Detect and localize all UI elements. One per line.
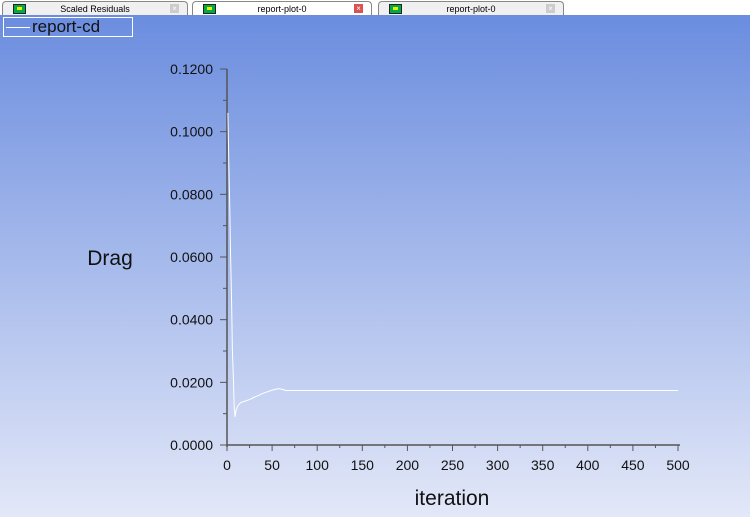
y-tick-label: 0.0600 xyxy=(170,249,213,265)
x-tick-label: 400 xyxy=(576,457,600,473)
tab-report-plot-0[interactable]: report-plot-0 × xyxy=(378,1,564,15)
x-tick-label: 300 xyxy=(486,457,510,473)
x-tick-label: 50 xyxy=(264,457,280,473)
y-tick-label: 0.0400 xyxy=(170,312,213,328)
tab-label: Scaled Residuals xyxy=(60,4,130,14)
y-tick-label: 0.1200 xyxy=(170,61,213,77)
x-tick-label: 200 xyxy=(396,457,420,473)
x-tick-label: 100 xyxy=(306,457,330,473)
close-icon[interactable]: × xyxy=(354,4,363,13)
close-icon[interactable]: × xyxy=(546,4,555,13)
x-axis-label: iteration xyxy=(415,487,490,510)
y-tick-label: 0.0000 xyxy=(170,437,213,453)
close-icon[interactable]: × xyxy=(170,4,179,13)
legend: report-cd xyxy=(3,17,133,37)
x-tick-label: 500 xyxy=(666,457,690,473)
x-tick-label: 450 xyxy=(621,457,645,473)
y-tick-label: 0.0200 xyxy=(170,374,213,390)
plot-icon xyxy=(13,4,26,14)
series-line-report-cd xyxy=(227,112,678,417)
x-tick-label: 0 xyxy=(223,457,231,473)
tab-label: report-plot-0 xyxy=(257,4,307,14)
tab-report-plot-0-active[interactable]: report-plot-0 × xyxy=(192,1,372,15)
plot-icon xyxy=(203,4,216,14)
y-tick-label: 0.1000 xyxy=(170,124,213,140)
plot-icon xyxy=(389,4,402,14)
tab-scaled-residuals[interactable]: Scaled Residuals × xyxy=(2,1,188,15)
tab-label: report-plot-0 xyxy=(446,4,496,14)
y-tick-label: 0.0800 xyxy=(170,186,213,202)
legend-label: report-cd xyxy=(32,17,101,36)
legend-line xyxy=(6,27,30,28)
x-tick-label: 150 xyxy=(351,457,375,473)
y-axis-label: Drag xyxy=(87,247,133,270)
chart: 0.0000 0.0200 0.0400 0.0600 0.0800 0.1000 0.12… xyxy=(87,61,690,510)
tab-bar: Scaled Residuals × report-plot-0 × report-… xyxy=(0,0,750,16)
x-tick-label: 350 xyxy=(531,457,555,473)
plot-area: 0.0000 0.0200 0.0400 0.0600 0.0800 0.1000 0.12… xyxy=(0,15,750,517)
x-tick-label: 250 xyxy=(441,457,465,473)
